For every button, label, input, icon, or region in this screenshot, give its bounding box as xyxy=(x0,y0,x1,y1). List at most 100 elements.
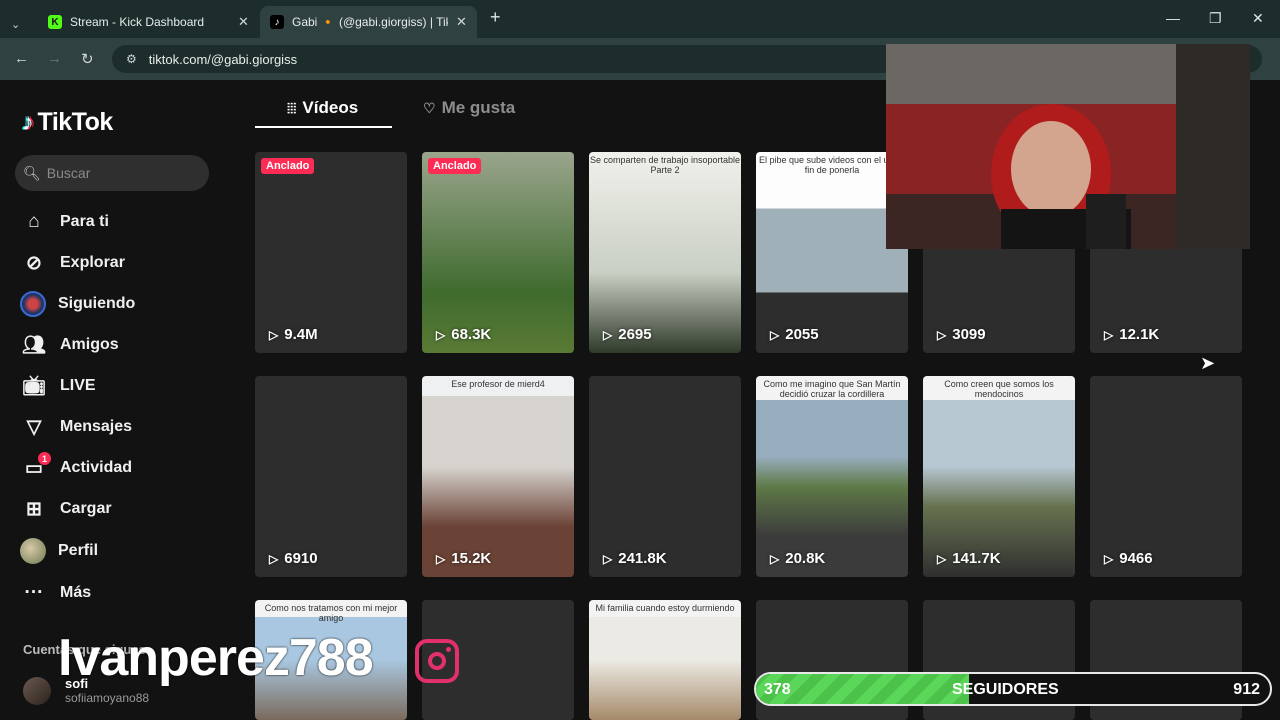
search-icon: 🔍︎ xyxy=(23,164,41,181)
logo-text: TikTok xyxy=(37,108,114,136)
friends-icon: 👥︎ xyxy=(21,335,47,356)
following-avatar xyxy=(20,291,46,317)
pinned-badge: Anclado xyxy=(261,158,315,174)
sidebar-item-explorar[interactable]: ⊘ Explorar xyxy=(22,248,125,278)
tab-search-button[interactable]: ⌄ xyxy=(6,8,26,40)
play-icon: ▷ xyxy=(436,551,446,566)
sidebar-item-label: Amigos xyxy=(60,336,119,353)
video-tile[interactable]: Mi familia cuando estoy durmiendo xyxy=(589,600,741,720)
follower-goal-bar: 378 SEGUIDORES 912 xyxy=(754,672,1272,706)
view-count: ▷ 241.8K xyxy=(603,550,667,567)
video-tile[interactable]: Anclado ▷ 9.4M xyxy=(255,152,407,353)
browser-titlebar: ⌄ K Stream - Kick Dashboard ✕ ♪ Gabi 🔸 (… xyxy=(0,0,1280,38)
play-icon: ▷ xyxy=(1104,551,1114,566)
more-icon: ··· xyxy=(24,582,44,603)
webcam-overlay xyxy=(886,44,1250,249)
tab-title: Gabi 🔸 (@gabi.giorgiss) | TikTok xyxy=(292,15,448,29)
goal-label: SEGUIDORES xyxy=(952,681,1059,698)
new-tab-button[interactable]: + xyxy=(490,7,501,28)
search-input[interactable]: 🔍︎ Buscar xyxy=(15,155,209,191)
view-count: ▷ 9.4M xyxy=(269,326,318,343)
sidebar-item-live[interactable]: 📺︎ LIVE xyxy=(22,371,96,401)
reload-icon[interactable]: ↻ xyxy=(81,50,94,68)
sidebar-item-label: Cargar xyxy=(60,500,112,517)
sidebar-item-label: Siguiendo xyxy=(58,295,136,312)
restore-icon[interactable]: ❐ xyxy=(1209,10,1222,27)
profile-avatar xyxy=(20,538,46,564)
video-tile[interactable]: ▷ 9466 xyxy=(1090,376,1242,577)
play-icon: ▷ xyxy=(269,551,279,566)
sidebar-item-mensajes[interactable]: ▽ Mensajes xyxy=(22,412,132,442)
play-icon: ▷ xyxy=(937,327,947,342)
sidebar-item-mas[interactable]: ··· Más xyxy=(22,578,92,608)
close-icon[interactable]: ✕ xyxy=(456,14,467,30)
instagram-icon xyxy=(415,639,459,683)
pinned-badge: Anclado xyxy=(428,158,482,174)
view-count: ▷ 20.8K xyxy=(770,550,826,567)
close-icon[interactable]: ✕ xyxy=(238,14,249,30)
view-count: ▷ 9466 xyxy=(1104,550,1153,567)
kick-icon: K xyxy=(48,15,62,29)
tiktok-logo[interactable]: ♪ TikTok xyxy=(22,108,113,137)
back-icon[interactable]: ← xyxy=(14,50,29,67)
sidebar-item-label: Mensajes xyxy=(60,418,133,435)
video-caption: Ese profesor de mierd4 xyxy=(451,379,545,389)
chevron-down-icon: ⌄ xyxy=(11,18,21,31)
video-tile[interactable]: Se comparten de trabajo insoportable Par… xyxy=(589,152,741,353)
upload-icon: ⊞ xyxy=(26,498,42,520)
sidebar-item-amigos[interactable]: 👥︎ Amigos xyxy=(22,330,119,360)
sidebar-item-label: Más xyxy=(60,584,92,601)
sidebar-item-perfil[interactable]: Perfil xyxy=(20,536,99,566)
heart-icon: ♡ xyxy=(423,99,436,116)
play-icon: ▷ xyxy=(603,327,613,342)
tiktok-icon: ♪ xyxy=(270,15,284,29)
sidebar-item-label: Perfil xyxy=(58,542,99,559)
browser-tab-tiktok[interactable]: ♪ Gabi 🔸 (@gabi.giorgiss) | TikTok ✕ xyxy=(260,6,477,38)
tab-me-gusta[interactable]: ♡ Me gusta xyxy=(423,98,515,118)
video-tile[interactable]: ▷ 6910 xyxy=(255,376,407,577)
video-caption: Se comparten de trabajo insoportable Par… xyxy=(589,155,741,175)
activity-icon: ▭ 1 xyxy=(22,452,51,480)
goal-target: 912 xyxy=(1233,681,1260,698)
view-count: ▷ 141.7K xyxy=(937,550,1001,567)
site-settings-icon[interactable]: ⚙ xyxy=(126,52,137,66)
video-tile[interactable]: Como me imagino que San Martín decidió c… xyxy=(756,376,908,577)
search-placeholder: Buscar xyxy=(46,165,91,181)
video-tile[interactable]: Como creen que somos los mendocinos ▷ 141.… xyxy=(923,376,1075,577)
tiktok-logo-icon: ♪ xyxy=(22,108,34,136)
sidebar-item-cargar[interactable]: ⊞ Cargar xyxy=(22,494,112,524)
video-caption: Como me imagino que San Martín decidió c… xyxy=(763,379,901,399)
video-caption: Mi familia cuando estoy durmiendo xyxy=(595,603,735,613)
play-icon: ▷ xyxy=(1104,327,1114,342)
sidebar-item-para-ti[interactable]: ⌂ Para ti xyxy=(22,207,109,237)
notification-badge: 1 xyxy=(38,452,51,465)
view-count: ▷ 12.1K xyxy=(1104,326,1160,343)
sidebar-item-actividad[interactable]: ▭ 1 Actividad xyxy=(22,452,132,483)
sidebar-item-label: LIVE xyxy=(60,377,96,394)
webcam-feed xyxy=(886,44,1250,249)
sidebar-item-siguiendo[interactable]: Siguiendo xyxy=(20,289,136,319)
video-tile[interactable]: Ese profesor de mierd4 ▷ 15.2K xyxy=(422,376,574,577)
view-count: ▷ 15.2K xyxy=(436,550,492,567)
play-icon: ▷ xyxy=(436,327,446,342)
compass-icon: ⊘ xyxy=(26,252,42,274)
tab-title: Stream - Kick Dashboard xyxy=(70,15,205,29)
tab-label: Vídeos xyxy=(302,98,359,117)
messages-icon: ▽ xyxy=(26,416,42,438)
video-tile[interactable]: Anclado ▷ 68.3K xyxy=(422,152,574,353)
view-count: ▷ 3099 xyxy=(937,326,986,343)
mouse-cursor-icon: ➤ xyxy=(1200,353,1216,373)
forward-icon[interactable]: → xyxy=(47,50,62,67)
browser-tab-kick[interactable]: K Stream - Kick Dashboard ✕ xyxy=(38,6,259,38)
video-tile[interactable]: ▷ 241.8K xyxy=(589,376,741,577)
play-icon: ▷ xyxy=(269,327,279,342)
grid-icon: ⦙⦙⦙ xyxy=(287,99,297,116)
minimize-icon[interactable]: — xyxy=(1166,10,1180,26)
video-caption: Como creen que somos los mendocinos xyxy=(944,379,1054,399)
close-window-icon[interactable]: ✕ xyxy=(1252,10,1264,27)
tab-videos[interactable]: ⦙⦙⦙ Vídeos xyxy=(287,98,358,118)
streamer-name: Ivanperez788 xyxy=(58,629,374,687)
play-icon: ▷ xyxy=(937,551,947,566)
video-caption: Como nos tratamos con mi mejor amigo xyxy=(264,603,398,623)
home-icon: ⌂ xyxy=(28,211,40,232)
